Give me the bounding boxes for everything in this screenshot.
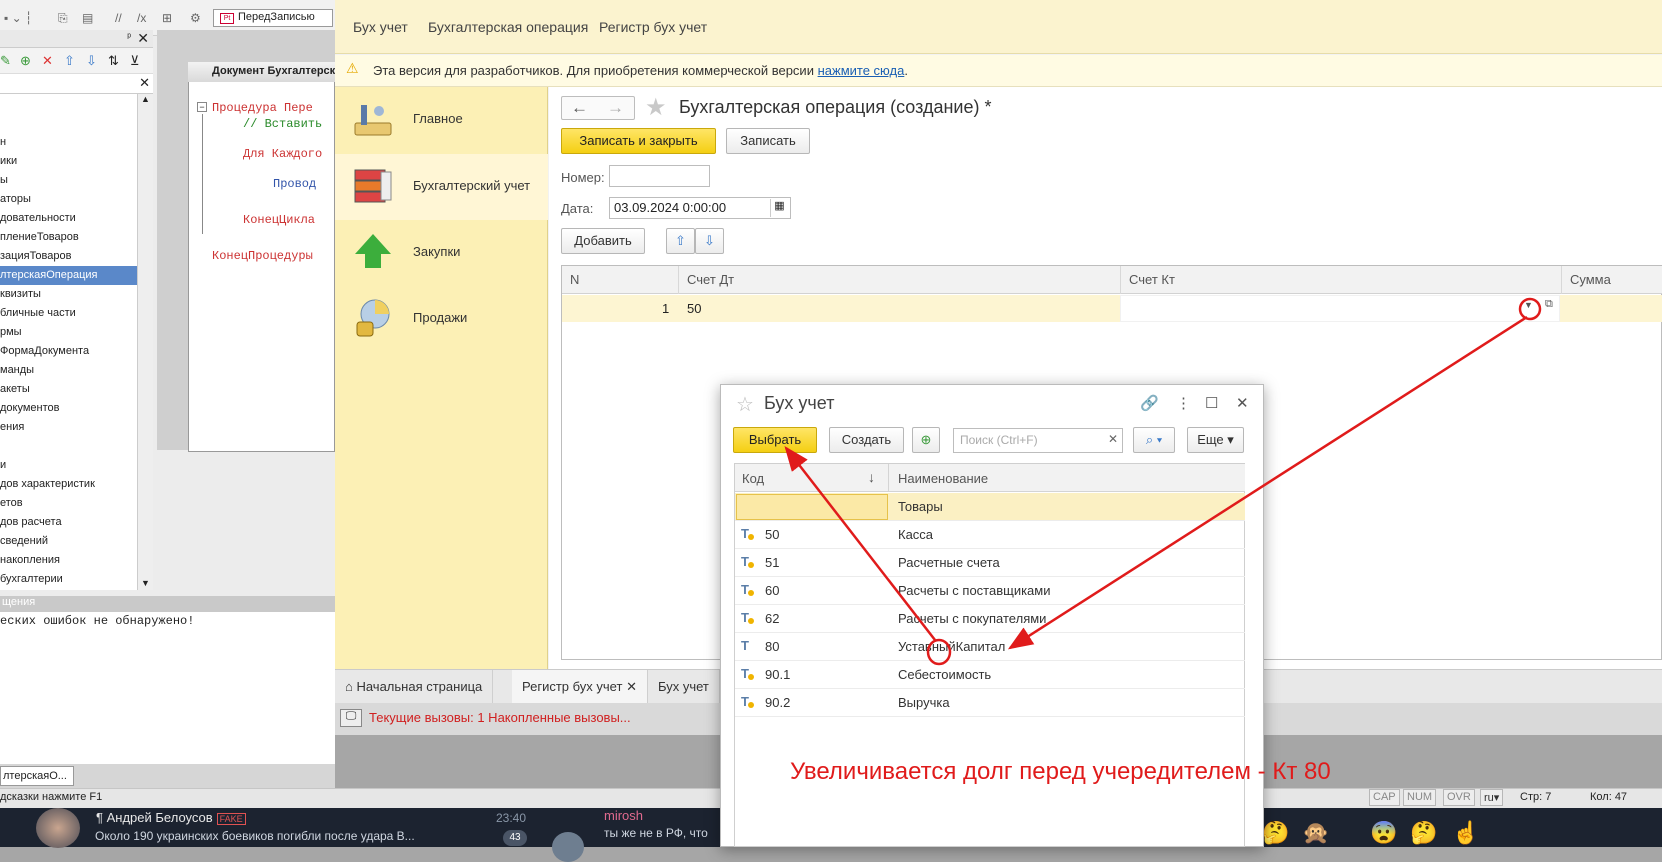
annotation-text: Увеличивается долг перед учередителем - … (790, 758, 1331, 785)
annotation-circle (1518, 297, 1542, 321)
annotation-arrow (784, 446, 936, 641)
annotation-overlay (784, 297, 1542, 666)
annotation-arrow (1007, 315, 1528, 650)
annotation-circle (926, 638, 952, 666)
